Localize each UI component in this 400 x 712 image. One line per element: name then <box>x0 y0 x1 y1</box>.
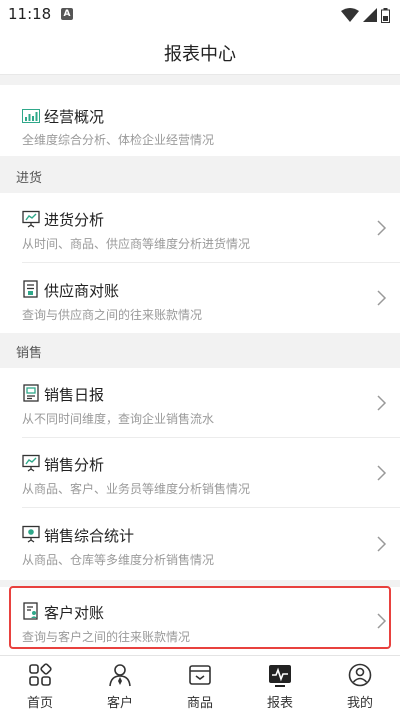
sales-daily-desc: 从不同时间维度，查询企业销售流水 <box>22 412 215 426</box>
chevron-right-icon <box>377 536 387 552</box>
report-list[interactable]: 经营概况 全维度综合分析、体检企业经营情况 进货 进货分析 从时间、商品、供应商… <box>0 75 400 655</box>
supplier-reconciliation-desc: 查询与供应商之间的往来账款情况 <box>22 308 203 322</box>
profile-icon <box>348 663 372 687</box>
sales-summary-title: 销售综合统计 <box>44 527 135 545</box>
overview-desc: 全维度综合分析、体检企业经营情况 <box>22 133 215 147</box>
customer-reconciliation-item[interactable]: 客户对账 查询与客户之间的往来账款情况 <box>0 587 400 655</box>
sales-analysis-item[interactable]: 销售分析 从商品、客户、业务员等维度分析销售情况 <box>0 438 400 508</box>
bottom-tab-bar: 首页 客户 商品 报表 我的 <box>0 655 400 712</box>
sales-analysis-title: 销售分析 <box>44 456 105 474</box>
signal-icon <box>363 8 377 22</box>
supplier-reconciliation-item[interactable]: 供应商对账 查询与供应商之间的往来账款情况 <box>0 263 400 333</box>
chevron-right-icon <box>377 613 387 629</box>
section-sales: 销售 <box>0 333 400 368</box>
box-icon <box>189 665 211 685</box>
monitor-icon <box>22 525 40 543</box>
section-sales-label: 销售 <box>16 346 43 361</box>
battery-icon <box>381 7 390 23</box>
sales-daily-item[interactable]: 销售日报 从不同时间维度，查询企业销售流水 <box>0 368 400 438</box>
section-purchase: 进货 <box>0 158 400 193</box>
tab-reports-label: 报表 <box>266 696 293 711</box>
daily-report-icon <box>23 384 39 402</box>
person-icon <box>109 664 131 687</box>
tab-home-label: 首页 <box>26 696 53 711</box>
tab-profile-label: 我的 <box>346 696 373 711</box>
chevron-right-icon <box>377 290 387 306</box>
chevron-right-icon <box>377 395 387 411</box>
status-icons <box>341 6 390 24</box>
report-icon <box>269 665 291 687</box>
purchase-analysis-title: 进货分析 <box>44 211 105 229</box>
status-bar: 11:18 A <box>0 0 400 30</box>
supplier-reconciliation-title: 供应商对账 <box>44 282 120 300</box>
sales-summary-desc: 从商品、仓库等多维度分析销售情况 <box>22 553 215 567</box>
purchase-analysis-desc: 从时间、商品、供应商等维度分析进货情况 <box>22 237 251 251</box>
customer-reconciliation-desc: 查询与客户之间的往来账款情况 <box>22 630 191 644</box>
customer-reconciliation-title: 客户对账 <box>44 604 105 622</box>
customer-document-icon <box>23 602 38 620</box>
sales-summary-item[interactable]: 销售综合统计 从商品、仓库等多维度分析销售情况 <box>0 508 400 580</box>
document-icon <box>23 280 38 298</box>
purchase-analysis-item[interactable]: 进货分析 从时间、商品、供应商等维度分析进货情况 <box>0 193 400 263</box>
grid-icon <box>29 663 52 686</box>
status-time: 11:18 <box>8 5 52 23</box>
tab-customers-label: 客户 <box>106 696 133 711</box>
page-title: 报表中心 <box>164 44 236 65</box>
overview-item[interactable]: 经营概况 全维度综合分析、体检企业经营情况 <box>0 85 400 156</box>
chevron-right-icon <box>377 220 387 236</box>
page-header: 报表中心 <box>0 30 400 75</box>
overview-chart-icon <box>22 109 40 123</box>
presentation-icon <box>22 210 40 228</box>
presentation-icon <box>22 454 40 472</box>
tab-profile[interactable]: 我的 <box>320 656 400 712</box>
tab-reports[interactable]: 报表 <box>240 656 320 712</box>
notification-icon: A <box>61 8 73 20</box>
tab-home[interactable]: 首页 <box>0 656 80 712</box>
overview-title: 经营概况 <box>44 108 105 126</box>
sales-daily-title: 销售日报 <box>44 386 105 404</box>
chevron-right-icon <box>377 465 387 481</box>
wifi-icon <box>341 8 359 22</box>
section-purchase-label: 进货 <box>16 171 43 186</box>
tab-products-label: 商品 <box>186 696 213 711</box>
tab-customers[interactable]: 客户 <box>80 656 160 712</box>
sales-analysis-desc: 从商品、客户、业务员等维度分析销售情况 <box>22 482 251 496</box>
tab-products[interactable]: 商品 <box>160 656 240 712</box>
